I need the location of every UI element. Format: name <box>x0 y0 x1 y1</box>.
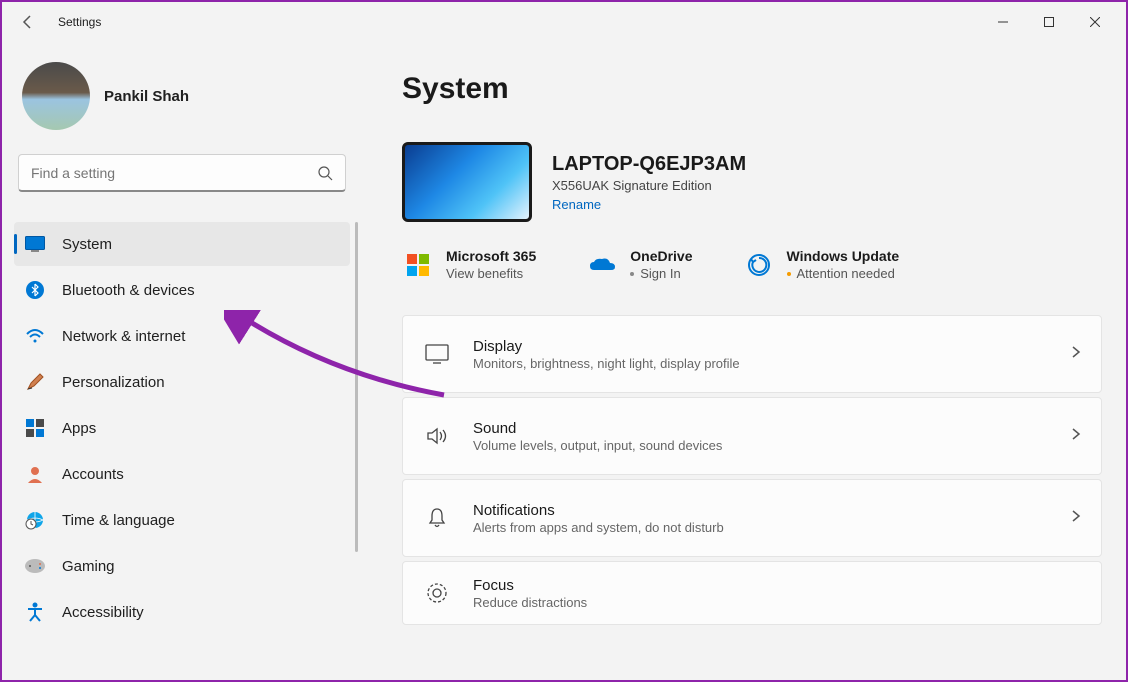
quick-windows-update[interactable]: Windows Update Attention needed <box>745 248 900 281</box>
quick-subtitle: Attention needed <box>787 266 900 281</box>
card-subtitle: Monitors, brightness, night light, displ… <box>473 356 1071 371</box>
sound-icon <box>423 422 451 450</box>
quick-title: Windows Update <box>787 248 900 264</box>
sidebar-item-apps[interactable]: Apps <box>14 406 350 450</box>
page-title: System <box>402 72 1102 106</box>
sidebar-item-accounts[interactable]: Accounts <box>14 452 350 496</box>
profile[interactable]: Pankil Shah <box>14 42 350 154</box>
quick-title: Microsoft 365 <box>446 248 536 264</box>
sidebar-item-label: System <box>62 236 112 253</box>
sidebar-item-label: Gaming <box>62 558 115 575</box>
rename-link[interactable]: Rename <box>552 197 746 212</box>
device-info: LAPTOP-Q6EJP3AM X556UAK Signature Editio… <box>402 142 1102 222</box>
card-subtitle: Alerts from apps and system, do not dist… <box>473 520 1071 535</box>
gamepad-icon <box>24 555 46 577</box>
paintbrush-icon <box>24 371 46 393</box>
sidebar-item-label: Accounts <box>62 466 124 483</box>
minimize-button[interactable] <box>980 6 1026 38</box>
card-display[interactable]: Display Monitors, brightness, night ligh… <box>402 315 1102 393</box>
chevron-right-icon <box>1071 345 1081 364</box>
close-button[interactable] <box>1072 6 1118 38</box>
sidebar-item-label: Personalization <box>62 374 165 391</box>
sidebar-item-accessibility[interactable]: Accessibility <box>14 590 350 634</box>
chevron-right-icon <box>1071 427 1081 446</box>
scrollbar[interactable] <box>355 222 358 552</box>
card-title: Sound <box>473 420 1071 437</box>
card-subtitle: Volume levels, output, input, sound devi… <box>473 438 1071 453</box>
titlebar: Settings <box>2 2 1126 42</box>
search-input[interactable] <box>31 165 317 181</box>
onedrive-icon <box>588 251 616 279</box>
sidebar-item-label: Bluetooth & devices <box>62 282 195 299</box>
focus-icon <box>423 579 451 607</box>
sidebar-item-system[interactable]: System <box>14 222 350 266</box>
card-title: Notifications <box>473 502 1071 519</box>
wifi-icon <box>24 325 46 347</box>
sidebar: Pankil Shah System Bluetooth & devices N… <box>2 42 362 680</box>
quick-m365[interactable]: Microsoft 365 View benefits <box>404 248 536 281</box>
display-icon <box>423 340 451 368</box>
device-name: LAPTOP-Q6EJP3AM <box>552 153 746 176</box>
accessibility-icon <box>24 601 46 623</box>
quick-subtitle: Sign In <box>630 266 692 281</box>
system-icon <box>24 233 46 255</box>
maximize-button[interactable] <box>1026 6 1072 38</box>
sidebar-item-network[interactable]: Network & internet <box>14 314 350 358</box>
quick-subtitle: View benefits <box>446 266 536 281</box>
window-title: Settings <box>58 15 101 29</box>
sidebar-nav: System Bluetooth & devices Network & int… <box>14 222 350 634</box>
search-icon <box>317 165 333 181</box>
clock-globe-icon <box>24 509 46 531</box>
sidebar-item-personalization[interactable]: Personalization <box>14 360 350 404</box>
back-arrow-icon <box>20 14 36 30</box>
quick-title: OneDrive <box>630 248 692 264</box>
sidebar-item-label: Network & internet <box>62 328 185 345</box>
sidebar-item-label: Time & language <box>62 512 175 529</box>
main-content: System LAPTOP-Q6EJP3AM X556UAK Signature… <box>362 42 1126 680</box>
microsoft365-icon <box>404 251 432 279</box>
sidebar-item-bluetooth[interactable]: Bluetooth & devices <box>14 268 350 312</box>
quick-links: Microsoft 365 View benefits OneDrive Sig… <box>402 248 1102 281</box>
user-name: Pankil Shah <box>104 88 189 105</box>
sidebar-item-gaming[interactable]: Gaming <box>14 544 350 588</box>
sidebar-item-label: Apps <box>62 420 96 437</box>
sidebar-item-time[interactable]: Time & language <box>14 498 350 542</box>
person-icon <box>24 463 46 485</box>
sidebar-item-label: Accessibility <box>62 604 144 621</box>
card-subtitle: Reduce distractions <box>473 595 1081 610</box>
back-button[interactable] <box>10 4 46 40</box>
quick-onedrive[interactable]: OneDrive Sign In <box>588 248 692 281</box>
update-icon <box>745 251 773 279</box>
apps-icon <box>24 417 46 439</box>
card-title: Display <box>473 338 1071 355</box>
card-title: Focus <box>473 577 1081 594</box>
chevron-right-icon <box>1071 509 1081 528</box>
window-controls <box>980 6 1118 38</box>
bluetooth-icon <box>24 279 46 301</box>
card-sound[interactable]: Sound Volume levels, output, input, soun… <box>402 397 1102 475</box>
device-model: X556UAK Signature Edition <box>552 178 746 193</box>
device-thumbnail <box>402 142 532 222</box>
card-focus[interactable]: Focus Reduce distractions <box>402 561 1102 625</box>
bell-icon <box>423 504 451 532</box>
card-notifications[interactable]: Notifications Alerts from apps and syste… <box>402 479 1102 557</box>
avatar <box>22 62 90 130</box>
search-box[interactable] <box>18 154 346 192</box>
settings-list: Display Monitors, brightness, night ligh… <box>402 315 1102 625</box>
